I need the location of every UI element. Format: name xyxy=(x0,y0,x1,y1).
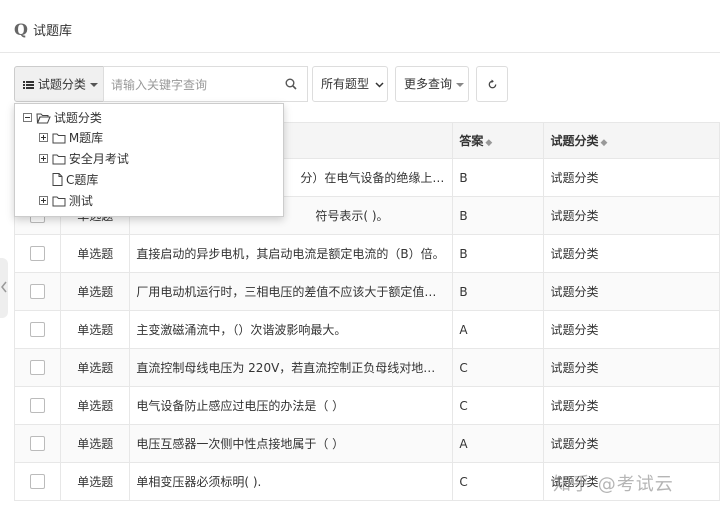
question-type-value: 所有题型 xyxy=(321,77,370,91)
folder-icon xyxy=(52,196,66,206)
search-box xyxy=(103,66,308,102)
cell-question: 电气设备防止感应过电压的办法是（ ） xyxy=(129,386,454,425)
expand-plus-icon[interactable] xyxy=(39,196,48,205)
table-row[interactable]: 单选题 厂用电动机运行时，三相电压的差值不应该大于额定值的（） B 试题分类 xyxy=(13,272,720,311)
question-type-select[interactable]: 所有题型 xyxy=(312,66,388,102)
side-collapse-handle[interactable] xyxy=(0,258,8,318)
cell-type: 单选题 xyxy=(60,462,131,501)
cell-type: 单选题 xyxy=(60,348,131,387)
cell-type: 单选题 xyxy=(60,272,131,311)
category-button-label: 试题分类 xyxy=(37,77,86,92)
row-checkbox[interactable] xyxy=(30,436,46,451)
tree-node-root[interactable]: 试题分类 xyxy=(23,108,102,126)
cell-category: 试题分类 xyxy=(543,310,720,349)
cell-question: 直接启动的异步电机，其启动电流是额定电流的（B）倍。 xyxy=(129,234,454,273)
table-row[interactable]: 单选题 电压互感器一次侧中性点接地属于（ ） A 试题分类 xyxy=(13,424,720,463)
collapse-minus-icon[interactable] xyxy=(23,113,32,122)
list-icon xyxy=(23,80,34,89)
tree-label: C题库 xyxy=(66,172,99,187)
refresh-button[interactable] xyxy=(476,66,508,102)
header-category[interactable]: 试题分类 ◆ xyxy=(543,122,720,159)
caret-down-icon xyxy=(456,82,465,87)
refresh-icon xyxy=(488,79,496,89)
tree-label: 测试 xyxy=(68,193,93,208)
cell-answer: C xyxy=(452,462,545,501)
cell-question: 厂用电动机运行时，三相电压的差值不应该大于额定值的（） xyxy=(129,272,454,311)
header-answer[interactable]: 答案 ◆ xyxy=(452,122,545,159)
tree-label: M题库 xyxy=(68,130,104,145)
tree-node[interactable]: C题库 xyxy=(52,170,98,188)
more-query-button[interactable]: 更多查询 xyxy=(395,66,469,102)
cell-answer: B xyxy=(452,158,545,197)
row-checkbox[interactable] xyxy=(30,398,46,413)
expand-plus-icon[interactable] xyxy=(39,154,48,163)
cell-category: 试题分类 xyxy=(543,386,720,425)
cell-answer: C xyxy=(452,348,545,387)
cell-category: 试题分类 xyxy=(543,348,720,387)
file-icon xyxy=(52,173,63,186)
cell-question: 单相变压器必须标明( ). xyxy=(129,462,454,501)
row-checkbox[interactable] xyxy=(30,474,46,489)
cell-type: 单选题 xyxy=(60,386,131,425)
tree-node[interactable]: 测试 xyxy=(39,191,93,209)
category-dropdown-button[interactable]: 试题分类 xyxy=(14,66,104,102)
table-row[interactable]: 单选题 直流控制母线电压为 220V，若直流控制正负母线对地绝缘... C 试题… xyxy=(13,348,720,387)
sort-icon: ◆ xyxy=(485,138,493,148)
row-checkbox[interactable] xyxy=(30,246,46,261)
caret-down-icon xyxy=(89,82,98,87)
cell-answer: A xyxy=(452,424,545,463)
cell-type: 单选题 xyxy=(60,424,131,463)
table-row[interactable]: 单选题 电气设备防止感应过电压的办法是（ ） C 试题分类 xyxy=(13,386,720,425)
watermark: 知乎 @考试云 xyxy=(553,474,674,495)
table-row[interactable]: 单选题 直接启动的异步电机，其启动电流是额定电流的（B）倍。 B 试题分类 xyxy=(13,234,720,273)
cell-answer: B xyxy=(452,234,545,273)
page-header: Q 试题库 xyxy=(0,0,720,53)
cell-answer: C xyxy=(452,386,545,425)
cell-question: 电压互感器一次侧中性点接地属于（ ） xyxy=(129,424,454,463)
tree-label: 试题分类 xyxy=(53,110,102,125)
cell-category: 试题分类 xyxy=(543,272,720,311)
cell-question: 直流控制母线电压为 220V，若直流控制正负母线对地绝缘... xyxy=(129,348,454,387)
cell-answer: B xyxy=(452,196,545,235)
folder-open-icon xyxy=(36,113,51,123)
expand-plus-icon[interactable] xyxy=(39,133,48,142)
row-checkbox[interactable] xyxy=(30,360,46,375)
cell-answer: A xyxy=(452,310,545,349)
chevron-left-icon xyxy=(1,281,7,293)
tree-label: 安全月考试 xyxy=(68,151,129,166)
search-icon[interactable] xyxy=(285,78,297,90)
cell-question: 主变激磁涌流中，（）次谐波影响最大。 xyxy=(129,310,454,349)
cell-answer: B xyxy=(452,272,545,311)
table-row[interactable]: 单选题 主变激磁涌流中，（）次谐波影响最大。 A 试题分类 xyxy=(13,310,720,349)
row-checkbox[interactable] xyxy=(30,322,46,337)
chevron-down-icon xyxy=(375,81,384,88)
tree-node[interactable]: 安全月考试 xyxy=(39,149,129,167)
cell-category: 试题分类 xyxy=(543,424,720,463)
sort-icon: ◆ xyxy=(600,138,608,148)
search-input[interactable] xyxy=(109,68,283,102)
cell-category: 试题分类 xyxy=(543,196,720,235)
row-checkbox[interactable] xyxy=(30,284,46,299)
tree-node[interactable]: M题库 xyxy=(39,128,103,146)
page-title: 试题库 xyxy=(33,24,73,39)
folder-icon xyxy=(52,154,66,164)
more-query-label: 更多查询 xyxy=(404,77,453,91)
cell-type: 单选题 xyxy=(60,310,131,349)
folder-icon xyxy=(52,133,66,143)
cell-type: 单选题 xyxy=(60,234,131,273)
q-logo-icon: Q xyxy=(14,20,28,39)
category-tree-dropdown: 试题分类 M题库 安全月考试 C题库 测试 xyxy=(14,103,284,217)
cell-category: 试题分类 xyxy=(543,234,720,273)
cell-category: 试题分类 xyxy=(543,158,720,197)
